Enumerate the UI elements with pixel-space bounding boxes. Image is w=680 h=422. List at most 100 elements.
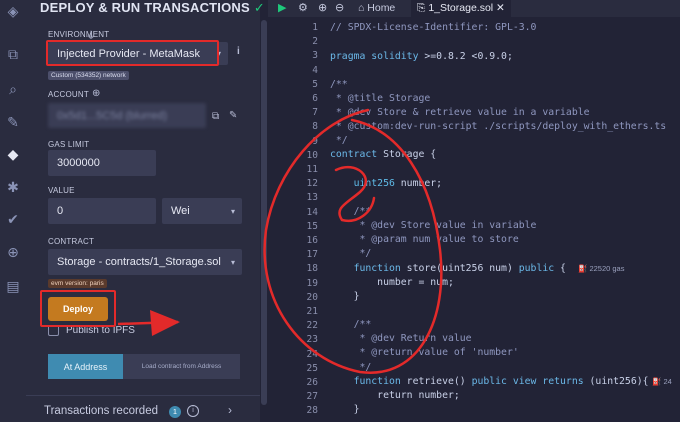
contract-label: CONTRACT — [48, 237, 95, 246]
publish-ipfs-checkbox[interactable] — [48, 325, 59, 336]
search-icon[interactable]: ⌕ — [4, 80, 22, 98]
editor-toolbar: ▶ ⚙ ⊕ ⊖ ⌂ Home ⎘ 1_Storage.sol ✕ — [268, 0, 680, 17]
plug-icon: ⏚ — [86, 31, 96, 42]
code-token: retrieve() — [400, 376, 472, 387]
deploy-run-icon[interactable]: ◆ — [4, 145, 22, 163]
code-token: uint256 — [330, 178, 395, 189]
chevron-down-icon: ▾ — [230, 206, 235, 216]
contract-select[interactable]: Storage - contracts/1_Storage.sol ▾ — [48, 249, 242, 275]
account-value: 0x5d1...5C5d (blurred) — [57, 109, 168, 122]
line-number: 19 — [306, 277, 318, 289]
value-label: VALUE — [48, 186, 75, 195]
icon-rail: ◈ ⧉ ⌕ ✎ ◆ ✱ ✔ ⊕ ▤ — [0, 0, 26, 422]
code-line: * @param num value to store — [330, 234, 519, 245]
line-number: 15 — [306, 220, 318, 232]
copy-icon[interactable]: ⧉ — [212, 111, 219, 122]
gas-limit-label: GAS LIMIT — [48, 140, 90, 149]
settings-icon[interactable]: ⚙ — [298, 0, 308, 17]
close-icon[interactable]: ✕ — [496, 2, 505, 14]
code-line: contract Storage { — [330, 149, 436, 160]
contract-value: Storage - contracts/1_Storage.sol — [57, 256, 221, 268]
gas-limit-input[interactable]: 3000000 — [48, 150, 156, 176]
account-label: ACCOUNT — [48, 90, 89, 99]
chevron-right-icon[interactable]: › — [228, 403, 232, 417]
publish-ipfs-label: Publish to IPFS — [66, 325, 135, 336]
line-number: 7 — [312, 107, 318, 119]
line-number: 28 — [306, 405, 318, 417]
add-account-icon[interactable]: ⊕ — [92, 88, 100, 99]
code-token: Storage { — [377, 149, 437, 160]
line-number: 27 — [306, 391, 318, 403]
code-token: function — [330, 263, 401, 274]
code-editor[interactable]: 1 2 3 4 5 6 7 8 9 10 11 12 13 14 15 16 17 18 19 20 21 22 23 24 2… — [268, 17, 680, 422]
file-explorer-icon[interactable]: ⧉ — [4, 45, 22, 63]
load-contract-input[interactable]: Load contract from Address — [123, 354, 240, 379]
check-icon: ✓ — [253, 0, 265, 15]
transactions-bar[interactable]: Transactions recorded 1 i › — [26, 395, 260, 422]
line-number: 8 — [312, 121, 318, 133]
code-line: return number; — [330, 390, 460, 401]
line-number: 4 — [312, 64, 318, 76]
transactions-count-badge: 1 — [169, 406, 181, 418]
code-line: } — [330, 404, 360, 415]
zoom-out-icon[interactable]: ⊖ — [335, 0, 344, 17]
chevron-down-icon: ▾ — [230, 257, 235, 267]
code-token: contract — [330, 149, 378, 160]
network-badge: Custom (534352) network — [48, 71, 129, 80]
line-number: 20 — [306, 291, 318, 303]
environment-select[interactable]: Injected Provider - MetaMask ▾ — [48, 42, 228, 65]
code-line: */ — [330, 248, 372, 259]
info-icon[interactable]: i — [237, 46, 240, 57]
deploy-button[interactable]: Deploy — [48, 297, 108, 321]
tab-file-label: 1_Storage.sol — [428, 2, 494, 14]
tab-home[interactable]: ⌂ Home — [352, 0, 401, 17]
chevron-down-icon: ▾ — [216, 49, 221, 58]
panel-scrollbar[interactable] — [261, 20, 267, 405]
line-number: 18 — [306, 263, 318, 275]
run-icon[interactable]: ▶ — [278, 0, 286, 17]
info-icon[interactable]: i — [187, 405, 199, 417]
code-line: * @dev Return value — [330, 333, 472, 344]
account-select[interactable]: 0x5d1...5C5d (blurred) — [48, 103, 206, 128]
line-number: 5 — [312, 78, 318, 90]
compiler-icon[interactable]: ✎ — [4, 113, 22, 131]
code-token: (uint256){ — [583, 376, 649, 387]
line-number: 17 — [306, 249, 318, 261]
logo-icon[interactable]: ◈ — [4, 2, 22, 20]
code-line: * @dev Store value in variable — [330, 220, 537, 231]
gas-estimate-retrieve: ⛽ 24 — [652, 377, 672, 386]
code-line: number = num; — [330, 277, 454, 288]
code-line: */ — [330, 362, 372, 373]
code-line: function store(uint256 num) public { — [330, 263, 566, 274]
code-token: { — [554, 263, 566, 274]
code-line: */ — [330, 135, 348, 146]
at-address-button[interactable]: At Address — [48, 354, 123, 379]
line-number: 9 — [312, 135, 318, 147]
line-number: 10 — [306, 149, 318, 161]
code-line: * @title Storage — [330, 93, 431, 104]
code-line: } — [330, 291, 360, 302]
line-number: 14 — [306, 206, 318, 218]
code-line: * @dev Store & retrieve value in a varia… — [330, 107, 590, 118]
transactions-label: Transactions recorded — [44, 405, 158, 417]
line-number: 25 — [306, 362, 318, 374]
value-input[interactable]: 0 — [48, 198, 156, 224]
code-line: * @custom:dev-run-script ./scripts/deplo… — [330, 121, 667, 132]
plugin-icon[interactable]: ⊕ — [4, 243, 22, 261]
code-line: pragma solidity >=0.8.2 <0.9.0; — [330, 51, 513, 62]
testing-icon[interactable]: ✔ — [4, 210, 22, 228]
tab-storage-sol[interactable]: ⎘ 1_Storage.sol ✕ — [411, 0, 511, 17]
line-number: 21 — [306, 306, 318, 317]
code-token: number; — [394, 178, 443, 189]
debugger-icon[interactable]: ✱ — [4, 178, 22, 196]
value-unit-select[interactable]: Wei ▾ — [162, 198, 242, 224]
docs-icon[interactable]: ▤ — [4, 277, 22, 295]
tab-home-label: Home — [367, 2, 396, 14]
code-token: public — [518, 263, 555, 274]
gas-estimate-store: ⛽ 22520 gas — [578, 264, 625, 273]
line-number: 6 — [312, 93, 318, 104]
zoom-in-icon[interactable]: ⊕ — [318, 0, 327, 17]
code-token: function — [330, 376, 401, 387]
edit-icon[interactable]: ✎ — [229, 110, 237, 121]
code-line: // SPDX-License-Identifier: GPL-3.0 — [330, 22, 537, 33]
